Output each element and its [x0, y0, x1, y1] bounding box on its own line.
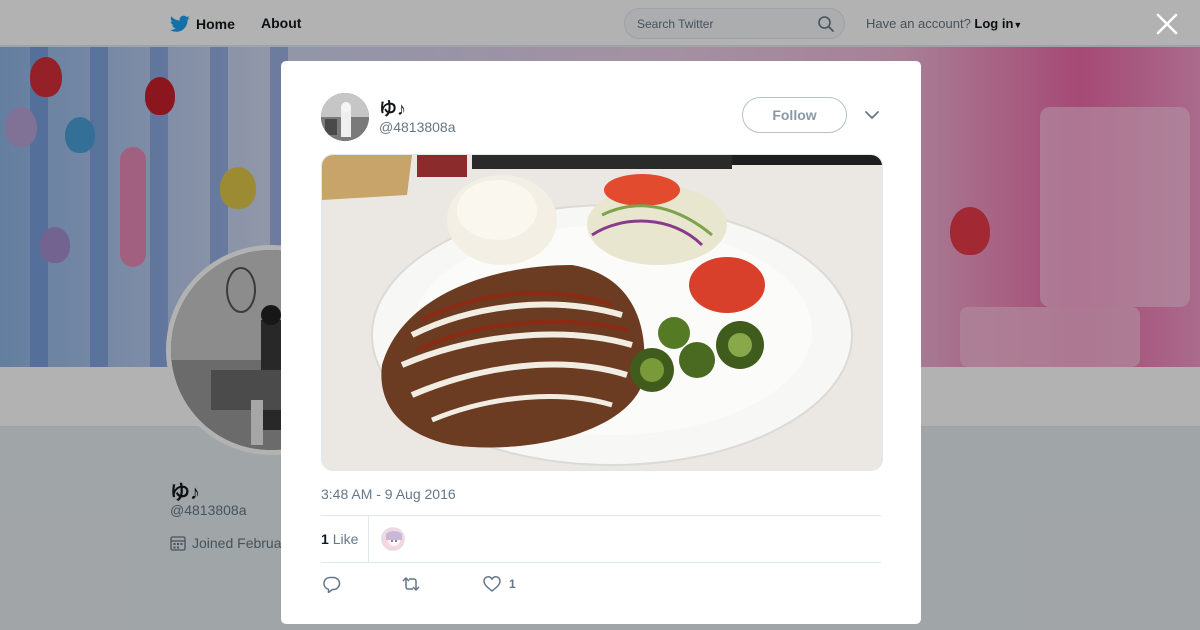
- tweet-author-name[interactable]: ゆ♪: [379, 95, 406, 121]
- follow-button[interactable]: Follow: [742, 97, 847, 133]
- reply-button[interactable]: [323, 575, 341, 593]
- retweet-icon: [402, 577, 420, 591]
- tweet-photo[interactable]: [321, 154, 883, 471]
- heart-icon: [483, 576, 501, 592]
- likes-label: Like: [332, 531, 359, 547]
- tweet-author-avatar-image: [321, 93, 369, 141]
- tweet-author-avatar[interactable]: [321, 93, 369, 141]
- like-count: 1: [509, 577, 516, 591]
- chevron-down-icon[interactable]: [864, 107, 880, 123]
- tweet-timestamp[interactable]: 3:48 AM - 9 Aug 2016: [321, 486, 456, 502]
- close-icon[interactable]: [1155, 12, 1179, 36]
- tweet-photo-image: [322, 155, 882, 470]
- reply-icon: [323, 576, 341, 593]
- liker-avatar-image: [382, 528, 404, 550]
- stats-separator: [368, 516, 369, 562]
- tweet-modal: ゆ♪ @4813808a Follow 3:48 AM - 9 Aug 2016…: [281, 61, 921, 624]
- tweet-author-handle[interactable]: @4813808a: [379, 119, 456, 135]
- like-button[interactable]: 1: [483, 575, 516, 593]
- stats-divider-top: [321, 515, 881, 516]
- stats-divider-bottom: [321, 562, 881, 563]
- likes-count: 1: [321, 531, 329, 547]
- liker-avatar[interactable]: [381, 527, 405, 551]
- likes-stat[interactable]: 1 Like: [321, 531, 358, 547]
- retweet-button[interactable]: [402, 575, 420, 593]
